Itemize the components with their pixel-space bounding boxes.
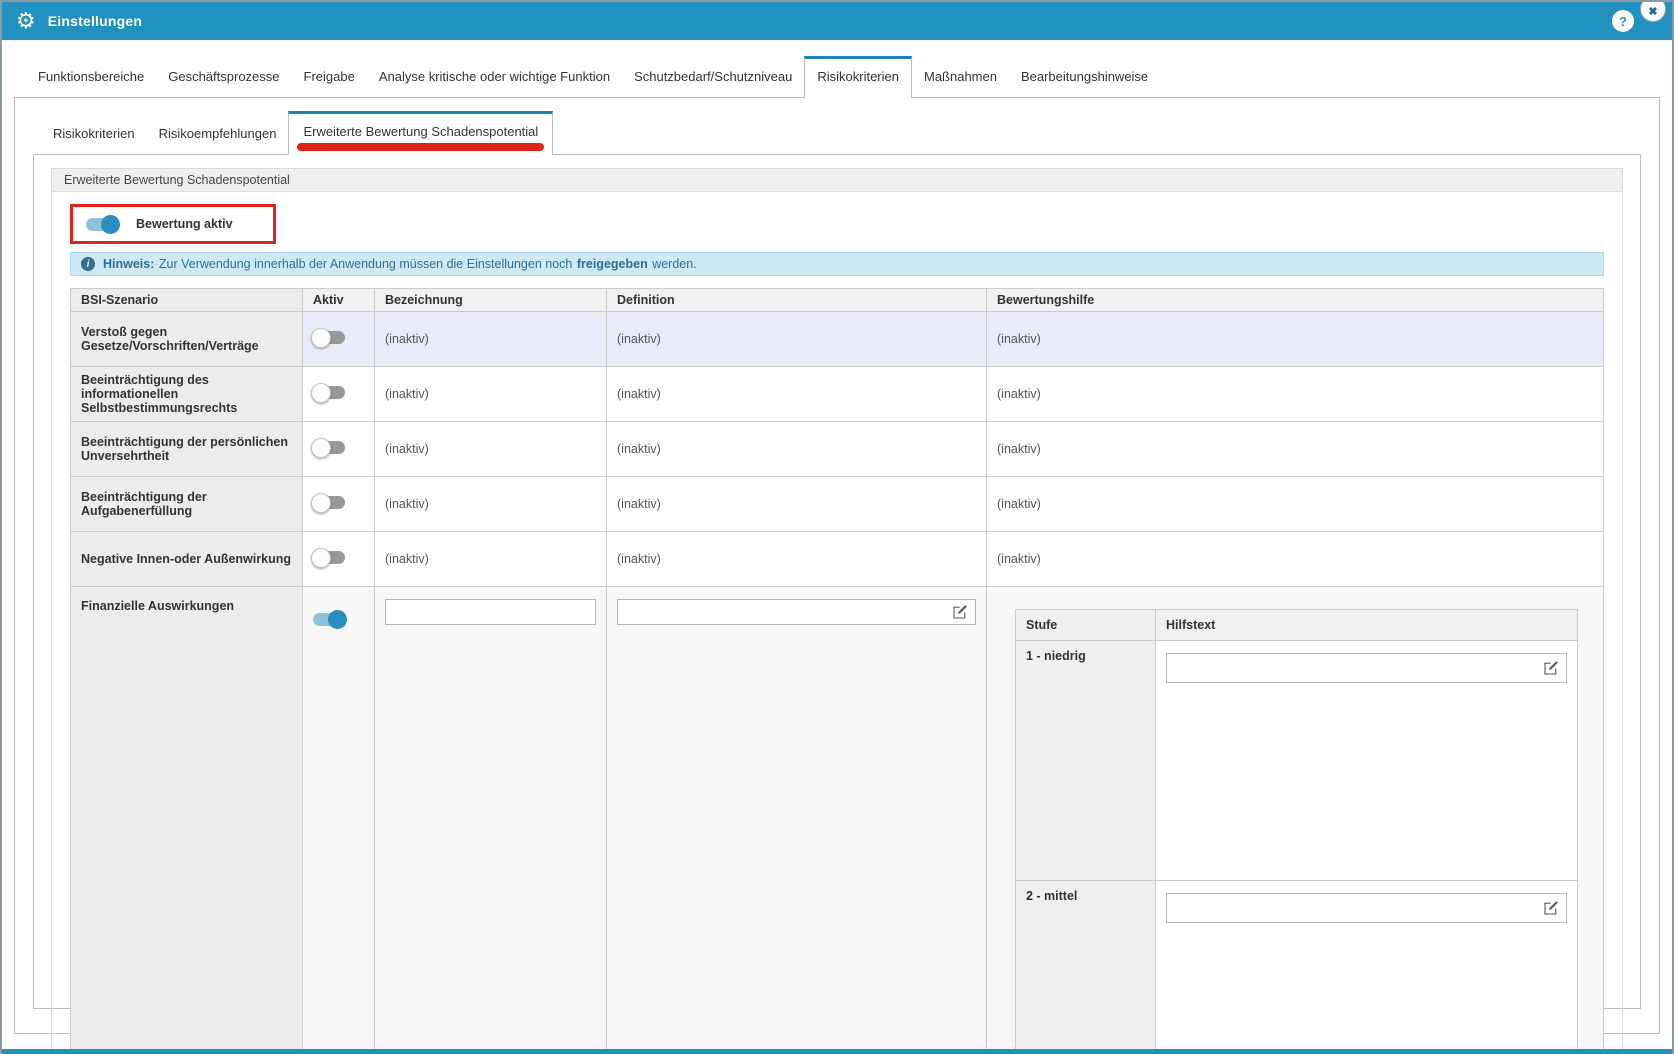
col-hilfstext: Hilfstext [1156, 610, 1578, 641]
col-bewertungshilfe: Bewertungshilfe [987, 289, 1604, 312]
finanzielle-toggle[interactable] [313, 613, 345, 626]
table-row-finanzielle: Finanzielle Auswirkungen [71, 587, 1604, 1054]
bewertung-aktiv-toggle[interactable] [86, 218, 118, 231]
hilfstext-input[interactable] [1167, 654, 1543, 682]
col-stufe: Stufe [1016, 610, 1156, 641]
inactive-value: (inaktiv) [987, 422, 1604, 477]
bezeichnung-input-wrap [385, 599, 596, 625]
scenario-toggle[interactable] [313, 496, 345, 509]
tab-analyse-kritische-funktion[interactable]: Analyse kritische oder wichtige Funktion [367, 57, 622, 97]
window-bottom-accent [2, 1049, 1672, 1054]
definition-input[interactable] [618, 600, 952, 624]
help-button[interactable]: ? [1612, 10, 1634, 32]
col-definition: Definition [607, 289, 987, 312]
inactive-value: (inaktiv) [375, 312, 607, 367]
scenario-toggle[interactable] [313, 386, 345, 399]
subtab-content-panel: Erweiterte Bewertung Schadenspotential B… [33, 154, 1641, 1009]
scenario-toggle[interactable] [313, 551, 345, 564]
tab-massnahmen[interactable]: Maßnahmen [912, 57, 1009, 97]
bezeichnung-input[interactable] [386, 600, 595, 624]
sub-tabbar: Risikokriterien Risikoempfehlungen Erwei… [15, 111, 1659, 154]
info-icon: i [81, 257, 95, 271]
scenario-toggle[interactable] [313, 441, 345, 454]
col-bezeichnung: Bezeichnung [375, 289, 607, 312]
tab-bearbeitungshinweise[interactable]: Bearbeitungshinweise [1009, 57, 1160, 97]
inactive-value: (inaktiv) [987, 367, 1604, 422]
col-aktiv: Aktiv [303, 289, 375, 312]
inactive-value: (inaktiv) [375, 477, 607, 532]
scenario-label: Finanzielle Auswirkungen [71, 587, 303, 1054]
annotation-red-underline [297, 143, 544, 151]
tab-content-panel: Risikokriterien Risikoempfehlungen Erwei… [14, 97, 1660, 1034]
fieldset-title: Erweiterte Bewertung Schadenspotential [52, 169, 1622, 192]
subtab-risikoempfehlungen[interactable]: Risikoempfehlungen [147, 114, 289, 154]
tab-risikokriterien[interactable]: Risikokriterien [804, 56, 912, 98]
tab-freigabe[interactable]: Freigabe [292, 57, 367, 97]
erweiterte-bewertung-fieldset: Erweiterte Bewertung Schadenspotential B… [51, 168, 1623, 1054]
table-row: Verstoß gegen Gesetze/Vorschriften/Vertr… [71, 312, 1604, 367]
inactive-value: (inaktiv) [607, 422, 987, 477]
bewertung-aktiv-label: Bewertung aktiv [136, 217, 233, 231]
edit-icon[interactable] [1543, 900, 1559, 916]
hilfstext-input-wrap [1166, 653, 1567, 683]
table-header-row: BSI-Szenario Aktiv Bezeichnung Definitio… [71, 289, 1604, 312]
scenario-label: Negative Innen-oder Außenwirkung [71, 532, 303, 587]
inactive-value: (inaktiv) [987, 312, 1604, 367]
table-row: Negative Innen-oder Außenwirkung (inakti… [71, 532, 1604, 587]
window-title: Einstellungen [48, 13, 142, 29]
stufe-table: Stufe Hilfstext 1 - niedrig [1015, 609, 1578, 1054]
inactive-value: (inaktiv) [375, 422, 607, 477]
tab-geschaeftsprozesse[interactable]: Geschäftsprozesse [156, 57, 291, 97]
hinweis-text: Hinweis: Zur Verwendung innerhalb der An… [102, 257, 697, 271]
main-tabbar: Funktionsbereiche Geschäftsprozesse Frei… [14, 56, 1660, 97]
scenario-label: Beeinträchtigung der persönlichen Unvers… [71, 422, 303, 477]
inactive-value: (inaktiv) [987, 532, 1604, 587]
scenario-label: Verstoß gegen Gesetze/Vorschriften/Vertr… [71, 312, 303, 367]
scenario-toggle[interactable] [313, 331, 345, 344]
hilfstext-input[interactable] [1167, 894, 1543, 922]
stufe-row: 2 - mittel [1016, 881, 1578, 1054]
table-row: Beeinträchtigung des informationellen Se… [71, 367, 1604, 422]
scenario-label: Beeinträchtigung des informationellen Se… [71, 367, 303, 422]
scenario-label: Beeinträchtigung der Aufgabenerfüllung [71, 477, 303, 532]
hilfstext-input-wrap [1166, 893, 1567, 923]
subtab-label: Erweiterte Bewertung Schadenspotential [303, 124, 538, 139]
titlebar: ⚙ Einstellungen ? ✖ [2, 2, 1672, 40]
inactive-value: (inaktiv) [607, 367, 987, 422]
tab-funktionsbereiche[interactable]: Funktionsbereiche [26, 57, 156, 97]
stufe-row: 1 - niedrig [1016, 641, 1578, 881]
bsi-szenario-table: BSI-Szenario Aktiv Bezeichnung Definitio… [70, 288, 1604, 1054]
close-icon[interactable]: ✖ [1640, 0, 1666, 22]
stufe-label: 1 - niedrig [1016, 641, 1156, 881]
definition-input-wrap [617, 599, 976, 625]
annotation-red-box: Bewertung aktiv [70, 204, 276, 244]
stufe-label: 2 - mittel [1016, 881, 1156, 1054]
stufe-header-row: Stufe Hilfstext [1016, 610, 1578, 641]
inactive-value: (inaktiv) [987, 477, 1604, 532]
inactive-value: (inaktiv) [375, 367, 607, 422]
tab-schutzbedarf[interactable]: Schutzbedarf/Schutzniveau [622, 57, 804, 97]
subtab-risikokriterien[interactable]: Risikokriterien [41, 114, 147, 154]
inactive-value: (inaktiv) [607, 477, 987, 532]
inactive-value: (inaktiv) [607, 312, 987, 367]
settings-window: ⚙ Einstellungen ? ✖ Funktionsbereiche Ge… [0, 0, 1674, 1054]
hinweis-bar: i Hinweis: Zur Verwendung innerhalb der … [70, 252, 1604, 276]
gear-icon: ⚙ [16, 10, 36, 32]
subtab-erweiterte-bewertung[interactable]: Erweiterte Bewertung Schadenspotential [288, 111, 553, 155]
edit-icon[interactable] [1543, 660, 1559, 676]
inactive-value: (inaktiv) [607, 532, 987, 587]
table-row: Beeinträchtigung der persönlichen Unvers… [71, 422, 1604, 477]
inactive-value: (inaktiv) [375, 532, 607, 587]
bewertung-aktiv-row: Bewertung aktiv [70, 204, 1604, 244]
table-row: Beeinträchtigung der Aufgabenerfüllung (… [71, 477, 1604, 532]
edit-icon[interactable] [952, 604, 968, 620]
bewertungshilfe-cell: Stufe Hilfstext 1 - niedrig [987, 587, 1604, 1054]
col-bsi-szenario: BSI-Szenario [71, 289, 303, 312]
